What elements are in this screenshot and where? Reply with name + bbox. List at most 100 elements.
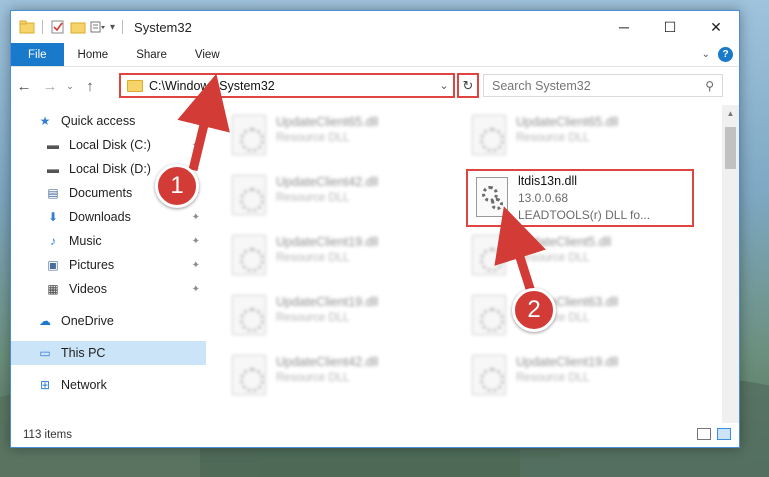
sidebar-item-label: Quick access — [61, 114, 136, 128]
file-item[interactable]: UpdateClient19.dll Resource DLL — [224, 287, 444, 343]
sidebar-item-label: Local Disk (D:) — [69, 162, 151, 176]
sidebar-item-videos[interactable]: ▦ Videos ✦ — [11, 277, 206, 301]
vertical-scrollbar[interactable]: ▲ — [722, 105, 739, 423]
forward-button[interactable]: → — [37, 73, 63, 99]
file-description: Resource DLL — [276, 312, 350, 324]
close-button[interactable]: ✕ — [693, 11, 739, 43]
file-item[interactable]: UpdateClient42.dll Resource DLL — [224, 167, 444, 223]
minimize-button[interactable]: ─ — [601, 11, 647, 43]
customize-toolbar-icon[interactable] — [90, 20, 106, 34]
ribbon-expand-icon[interactable]: ⌄ — [702, 49, 710, 60]
scrollbar-thumb[interactable] — [725, 127, 736, 169]
file-item[interactable]: UpdateClient65.dll Resource DLL — [224, 107, 444, 163]
toolbar-dropdown-icon[interactable]: ▾ — [110, 22, 115, 33]
file-description: LEADTOOLS(r) DLL fo... — [518, 208, 651, 222]
cloud-icon: ☁ — [39, 314, 51, 328]
pin-icon[interactable]: ✦ — [192, 236, 200, 247]
file-name: UpdateClient42.dll — [276, 175, 379, 189]
file-item[interactable]: UpdateClient19.dll Resource DLL — [224, 227, 444, 283]
drive-icon: ▬ — [47, 138, 59, 152]
sidebar-item-pictures[interactable]: ▣ Pictures ✦ — [11, 253, 206, 277]
explorer-body: ★ Quick access ▬ Local Disk (C:) ✦ ▬ Loc… — [11, 105, 739, 423]
sidebar-item-label: Local Disk (C:) — [69, 138, 151, 152]
address-path[interactable]: C:\Windows\System32 — [149, 79, 435, 93]
maximize-button[interactable]: ☐ — [647, 11, 693, 43]
search-icon[interactable]: ⚲ — [705, 79, 714, 93]
sidebar-item-label: Documents — [69, 186, 133, 200]
file-name: UpdateClient19.dll — [276, 235, 379, 249]
dll-file-icon — [232, 235, 266, 275]
window-controls: ─ ☐ ✕ — [601, 11, 739, 43]
sidebar-item-local-disk-c[interactable]: ▬ Local Disk (C:) ✦ — [11, 133, 206, 157]
tab-home[interactable]: Home — [64, 43, 123, 66]
dll-file-icon — [232, 295, 266, 335]
tab-share[interactable]: Share — [122, 43, 181, 66]
sidebar-item-label: Network — [61, 378, 107, 392]
details-view-icon[interactable] — [697, 428, 711, 440]
sidebar-item-this-pc[interactable]: ▭ This PC — [11, 341, 206, 365]
file-name: UpdateClient19.dll — [276, 295, 379, 309]
up-button[interactable]: ↑ — [77, 73, 103, 99]
scroll-up-icon[interactable]: ▲ — [722, 105, 739, 121]
network-icon: ⊞ — [39, 378, 51, 392]
search-box[interactable]: ⚲ — [483, 74, 723, 97]
dll-file-icon — [232, 115, 266, 155]
file-list: UpdateClient65.dll Resource DLL UpdateCli… — [206, 105, 739, 423]
file-item[interactable]: UpdateClient65.dll Resource DLL — [464, 107, 684, 163]
dll-file-icon — [472, 235, 506, 275]
navigation-bar: ← → ⌄ ↑ C:\Windows\System32 ⌄ ↻ ⚲ — [11, 67, 739, 105]
pictures-icon: ▣ — [47, 258, 59, 272]
file-description: Resource DLL — [516, 132, 590, 144]
tab-file[interactable]: File — [11, 43, 64, 66]
file-name: UpdateClient19.dll — [516, 355, 619, 369]
file-item[interactable]: UpdateClient5.dll Resource DLL — [464, 227, 684, 283]
pin-icon[interactable]: ✦ — [192, 260, 200, 271]
address-bar[interactable]: C:\Windows\System32 ⌄ — [119, 73, 455, 98]
file-item[interactable]: UpdateClient19.dll Resource DLL — [464, 347, 684, 403]
file-name: ltdis13n.dll — [518, 174, 578, 188]
file-explorer-window: ▾ System32 ─ ☐ ✕ File Home Share View ⌄ … — [10, 10, 740, 448]
downloads-icon: ⬇ — [47, 210, 59, 224]
large-icons-view-icon[interactable] — [717, 428, 731, 440]
refresh-button[interactable]: ↻ — [457, 73, 479, 98]
sidebar-item-network[interactable]: ⊞ Network — [11, 373, 206, 397]
tab-view[interactable]: View — [181, 43, 234, 66]
pin-icon[interactable]: ✦ — [192, 140, 200, 151]
dll-file-icon — [472, 115, 506, 155]
file-description: Resource DLL — [276, 372, 350, 384]
file-name: UpdateClient65.dll — [276, 115, 379, 129]
pin-icon[interactable]: ✦ — [192, 212, 200, 223]
address-dropdown-icon[interactable]: ⌄ — [435, 79, 453, 92]
navigation-pane: ★ Quick access ▬ Local Disk (C:) ✦ ▬ Loc… — [11, 105, 206, 423]
sidebar-item-label: Downloads — [69, 210, 131, 224]
sidebar-item-onedrive[interactable]: ☁ OneDrive — [11, 309, 206, 333]
toolbar-divider — [42, 20, 43, 34]
videos-icon: ▦ — [47, 282, 59, 296]
dll-file-icon — [232, 175, 266, 215]
item-count: 113 items — [23, 429, 73, 441]
back-button[interactable]: ← — [11, 73, 37, 99]
file-name: UpdateClient5.dll — [516, 235, 612, 249]
file-item[interactable]: UpdateClient63.dllResource DLL — [464, 287, 684, 343]
sidebar-item-downloads[interactable]: ⬇ Downloads ✦ — [11, 205, 206, 229]
sidebar-item-label: Videos — [69, 282, 107, 296]
folder-icon — [127, 79, 143, 92]
file-name: UpdateClient42.dll — [276, 355, 379, 369]
callout-badge: 1 — [155, 164, 199, 208]
sidebar-item-music[interactable]: ♪ Music ✦ — [11, 229, 206, 253]
help-icon[interactable]: ? — [718, 47, 733, 62]
window-title: System32 — [134, 19, 192, 35]
status-bar: 113 items — [11, 423, 739, 447]
new-folder-icon[interactable] — [70, 20, 86, 34]
properties-icon[interactable] — [50, 20, 66, 34]
highlighted-file-item[interactable]: ltdis13n.dll 13.0.0.68 LEADTOOLS(r) DLL … — [466, 169, 694, 227]
search-input[interactable] — [492, 78, 692, 93]
recent-locations-button[interactable]: ⌄ — [63, 73, 77, 99]
file-item[interactable]: UpdateClient42.dll Resource DLL — [224, 347, 444, 403]
pin-icon[interactable]: ✦ — [192, 284, 200, 295]
gear-icon — [491, 198, 503, 210]
sidebar-item-quick-access[interactable]: ★ Quick access — [11, 109, 206, 133]
view-toggle — [697, 428, 731, 440]
